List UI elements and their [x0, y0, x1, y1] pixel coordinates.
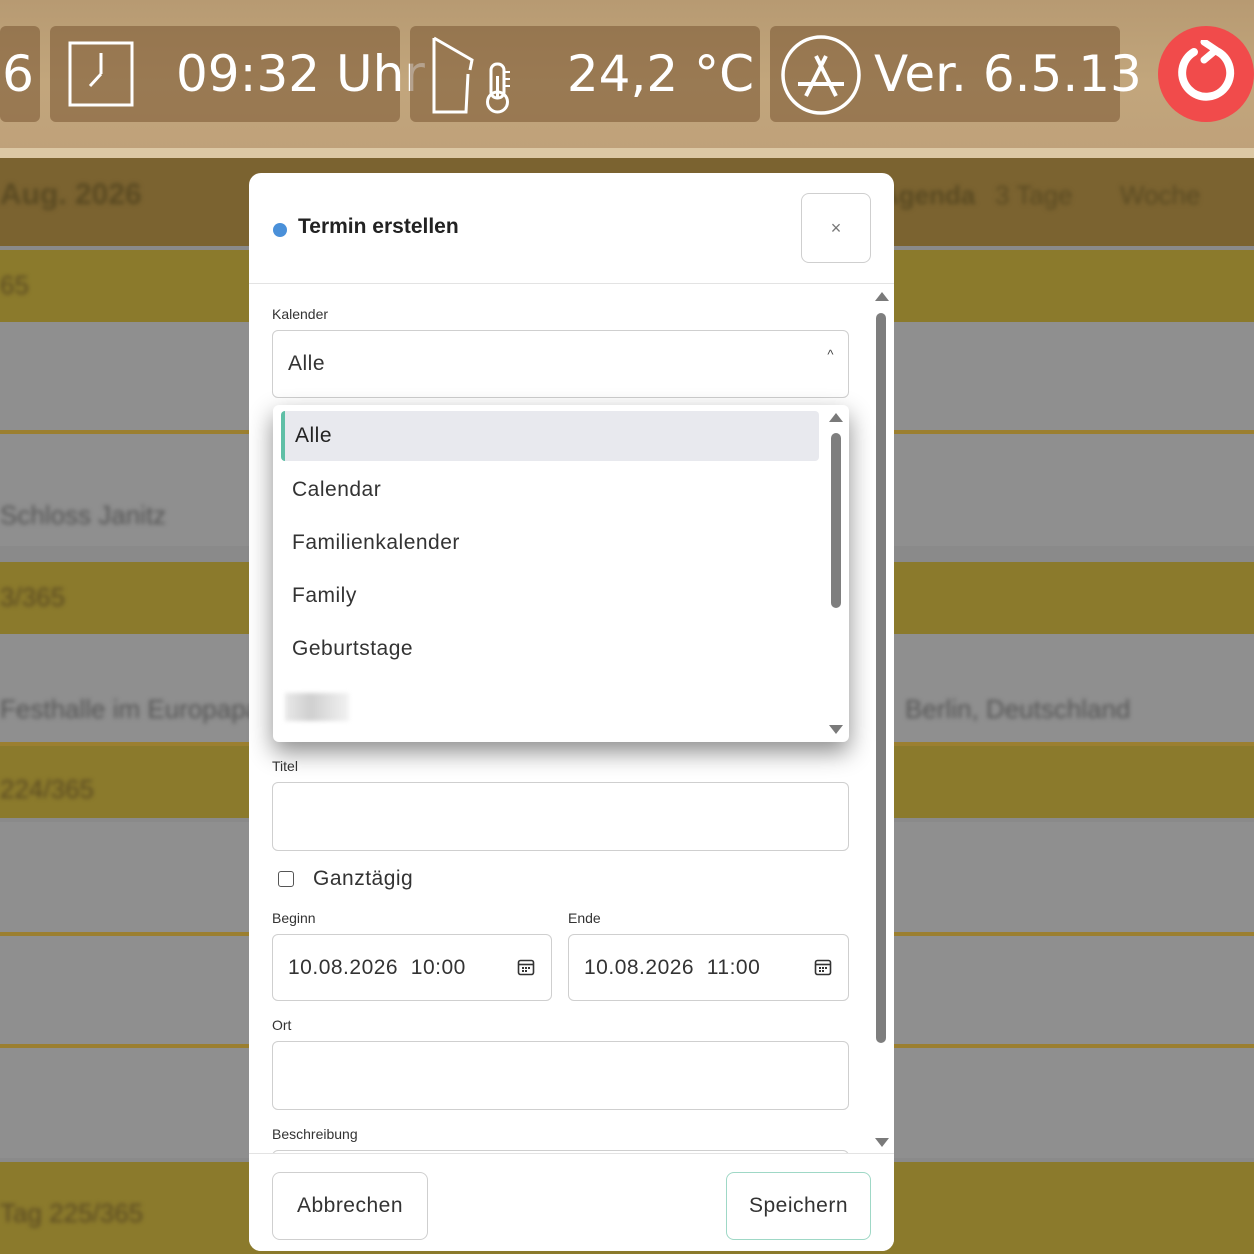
calendar-icon[interactable]	[814, 958, 832, 976]
fridge-thermometer-icon	[432, 36, 510, 114]
dropdown-option-geburtstage[interactable]: Geburtstage	[281, 624, 819, 674]
dropdown-option-alle[interactable]: Alle	[281, 411, 819, 461]
restart-button[interactable]	[1158, 26, 1254, 122]
date-text: 26	[0, 45, 34, 103]
restart-icon	[1178, 40, 1235, 101]
version-widget[interactable]: Ver. 6.5.13	[770, 26, 1142, 122]
dropdown-scroll-up-arrow[interactable]	[829, 413, 843, 422]
dialog-header: Termin erstellen ×	[249, 173, 894, 284]
beschreibung-label: Beschreibung	[272, 1126, 358, 1142]
close-button[interactable]: ×	[801, 193, 871, 263]
dialog-title: Termin erstellen	[298, 215, 459, 238]
temperature-widget[interactable]: 24,2 °C	[410, 26, 760, 122]
dialog-footer: Abbrechen Speichern	[249, 1153, 894, 1251]
dialog-scrollbar[interactable]	[876, 313, 886, 1043]
save-button[interactable]: Speichern	[726, 1172, 871, 1240]
dropdown-option-calendar[interactable]: Calendar	[281, 465, 819, 515]
view-3-tage: 3 Tage	[995, 180, 1073, 210]
kalender-dropdown: Alle Calendar Familienkalender Family Ge…	[273, 405, 849, 742]
dropdown-option-familienkalender[interactable]: Familienkalender	[281, 518, 819, 568]
view-woche: Woche	[1120, 180, 1201, 210]
dropdown-scrollbar[interactable]	[831, 433, 841, 608]
clock-widget[interactable]: 09:32 Uhr	[50, 26, 425, 122]
date-widget[interactable]: 26	[0, 26, 40, 122]
ort-label: Ort	[272, 1017, 292, 1033]
time-text: 09:32 Uhr	[176, 45, 425, 103]
clock-icon	[68, 41, 134, 107]
event-text: Schloss Janitz	[0, 500, 167, 530]
kalender-select[interactable]: Alle ^	[272, 330, 849, 398]
beginn-value: 10.08.2026 10:00	[288, 956, 466, 979]
event-location: Berlin, Deutschland	[905, 694, 1131, 724]
ende-value: 10.08.2026 11:00	[584, 956, 761, 979]
status-bar: 26 09:32 Uhr 24,2 °C Ver. 6.5.13	[0, 0, 1254, 150]
chevron-up-icon: ^	[827, 347, 834, 362]
ende-input[interactable]: 10.08.2026 11:00	[568, 934, 849, 1001]
beginn-label: Beginn	[272, 910, 316, 926]
calendar-icon[interactable]	[517, 958, 535, 976]
ganztaegig-label: Ganztägig	[313, 867, 414, 890]
view-agenda: Agenda	[880, 180, 976, 210]
day-number: 224/365	[0, 774, 94, 804]
ort-input[interactable]	[272, 1041, 849, 1110]
close-icon: ×	[830, 218, 842, 238]
dropdown-option-family[interactable]: Family	[281, 571, 819, 621]
version-text: Ver. 6.5.13	[874, 45, 1142, 103]
scroll-down-arrow[interactable]	[875, 1138, 889, 1147]
titel-label: Titel	[272, 758, 298, 774]
ende-label: Ende	[568, 910, 601, 926]
ganztaegig-checkbox[interactable]	[278, 871, 294, 887]
cancel-button[interactable]: Abbrechen	[272, 1172, 428, 1240]
dropdown-option-redacted[interactable]	[285, 693, 349, 721]
status-dot	[273, 223, 287, 237]
event-text: Festhalle im Europapark	[0, 694, 282, 724]
day-number: Tag 225/365	[0, 1198, 144, 1228]
titel-input[interactable]	[272, 782, 849, 851]
dropdown-scroll-down-arrow[interactable]	[829, 725, 843, 734]
temperature-text: 24,2 °C	[566, 45, 754, 103]
kalender-label: Kalender	[272, 306, 329, 322]
kalender-value: Alle	[288, 352, 326, 375]
calendar-month: Aug. 2026	[0, 178, 142, 211]
app-store-icon	[781, 35, 861, 115]
day-number: 65	[0, 270, 29, 300]
day-number: 3/365	[0, 582, 66, 612]
beginn-input[interactable]: 10.08.2026 10:00	[272, 934, 552, 1001]
scroll-up-arrow[interactable]	[875, 292, 889, 301]
